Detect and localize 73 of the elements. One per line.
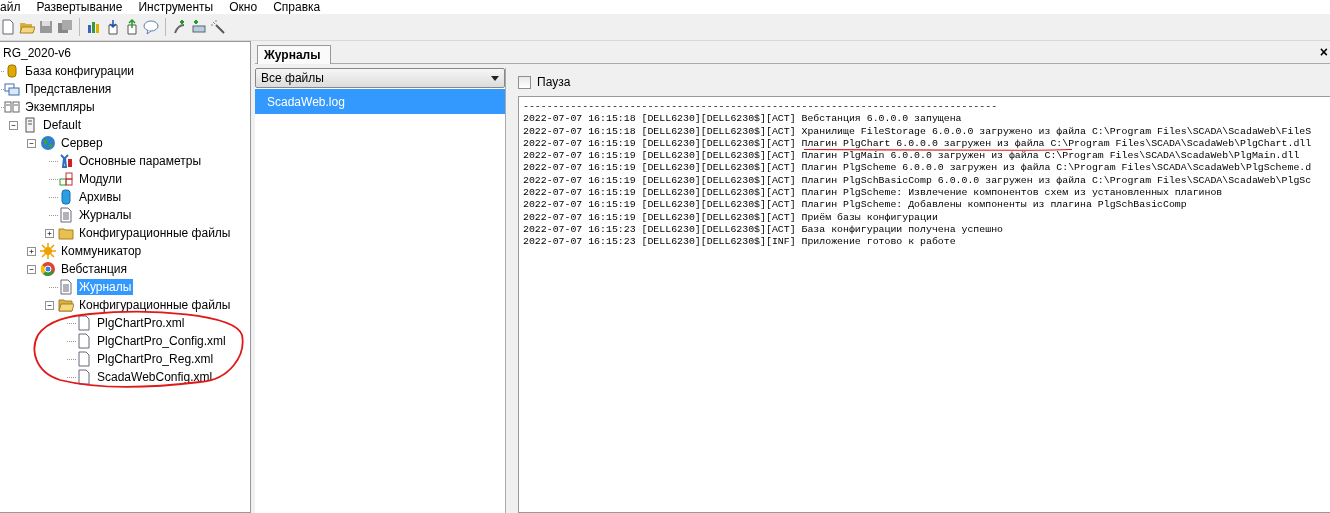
collapse-toggle-icon[interactable] — [44, 300, 54, 310]
log-line: 2022-07-07 16:15:23 [DELL6230][DELL6230$][INF] Приложение готово к работе — [523, 237, 956, 248]
tree-item[interactable]: PlgChartPro_Config.xml — [95, 333, 228, 349]
log-line: 2022-07-07 16:15:19 [DELL6230][DELL6230$][ACT] Плагин PlgChart 6.0.0.0 загружен из файла C:\Program Files\SCADA\ScadaWeb\PlgChart.dll — [523, 138, 1312, 150]
menu-item[interactable]: Справка — [265, 0, 329, 14]
expand-toggle-icon[interactable] — [44, 228, 54, 238]
caret-icon — [491, 75, 499, 81]
expand-toggle-icon[interactable] — [26, 246, 36, 256]
modules-icon — [58, 171, 74, 187]
views-icon — [4, 81, 20, 97]
log-line: 2022-07-07 16:15:19 [DELL6230][DELL6230$][ACT] Плагин PlgScheme: Извлечение компонентов схем из установленных плагинов — [523, 188, 1223, 199]
log-line: 2022-07-07 16:15:23 [DELL6230][DELL6230$][ACT] База конфигурации получена успешно — [523, 224, 1003, 236]
tree-item[interactable]: RG_2020-v6 — [0, 44, 74, 62]
log-line: 2022-07-07 16:15:18 [DELL6230][DELL6230$][ACT] Хранилище FileStorage 6.0.0.0 загружено из файла C:\Program Files\SCADA\ScadaWeb\FileS — [523, 126, 1312, 138]
upload-icon[interactable] — [124, 19, 140, 35]
menu-item[interactable]: Окно — [221, 0, 266, 14]
menu-item[interactable]: Развертывание — [28, 0, 131, 14]
tree-item[interactable]: Конфигурационные файлы — [77, 225, 233, 241]
document-icon — [58, 279, 74, 295]
tab[interactable]: Журналы — [257, 45, 332, 64]
instances-icon — [4, 99, 20, 115]
menu-item[interactable]: айл — [0, 0, 29, 14]
wand-icon[interactable] — [210, 19, 226, 35]
document-icon — [58, 207, 74, 223]
log-line: 2022-07-07 16:15:18 [DELL6230][DELL6230$][ACT] Вебстанция 6.0.0.0 запущена — [523, 114, 962, 125]
log-line: -------------------------------------------------------------------------------- — [523, 102, 998, 113]
tree-item[interactable]: Конфигурационные файлы — [77, 297, 233, 313]
sun-icon — [40, 243, 56, 259]
tree-item[interactable]: Основные параметры — [77, 153, 204, 169]
file-icon — [76, 369, 92, 385]
tools-icon — [58, 153, 74, 169]
pause-label: Пауза — [537, 75, 571, 89]
new-file-icon[interactable] — [0, 19, 16, 35]
tree-item[interactable]: Архивы — [77, 189, 124, 205]
tree-item[interactable]: PlgChartPro_Reg.xml — [95, 351, 216, 367]
download-icon[interactable] — [105, 19, 121, 35]
collapse-toggle-icon[interactable] — [8, 120, 18, 130]
tree-item[interactable]: Экземпляры — [23, 99, 97, 115]
tree-item[interactable]: Default — [41, 117, 84, 133]
save-all-icon[interactable] — [57, 19, 73, 35]
archive-icon — [58, 189, 74, 205]
collapse-toggle-icon[interactable] — [26, 138, 36, 148]
collapse-toggle-icon[interactable] — [26, 264, 36, 274]
tree-item[interactable]: Вебстанция — [59, 261, 130, 277]
pause-checkbox[interactable] — [518, 75, 531, 89]
globe-icon — [40, 135, 56, 151]
tree-item[interactable]: Сервер — [59, 135, 105, 151]
log-line: 2022-07-07 16:15:19 [DELL6230][DELL6230$][ACT] Плагин PlgScheme 6.0.0.0 загружен из файла C:\Program Files\SCADA\ScadaWeb\PlgScheme.d — [523, 163, 1312, 174]
tree-item[interactable]: ScadaWebConfig.xml — [95, 369, 215, 385]
file-filter-dropdown[interactable]: Все файлы — [255, 68, 505, 88]
menu-item[interactable]: Инструменты — [130, 0, 222, 14]
speech-bubble-icon[interactable] — [143, 19, 159, 35]
add-item-icon[interactable] — [191, 19, 207, 35]
log-line: 2022-07-07 16:15:19 [DELL6230][DELL6230$][ACT] Плагин PlgMain 6.0.0.0 загружен из файла C:\Program Files\SCADA\ScadaWeb\PlgMain.dll — [523, 151, 1300, 162]
tree-item[interactable]: Журналы — [77, 207, 134, 223]
file-icon — [76, 351, 92, 367]
folder-icon — [58, 225, 74, 241]
close-button[interactable]: × — [1319, 44, 1328, 60]
browser-icon — [40, 261, 56, 277]
server-icon — [22, 117, 38, 133]
tree-item[interactable]: Представления — [23, 81, 114, 97]
file-icon — [76, 315, 92, 331]
file-icon — [76, 333, 92, 349]
bar-chart-icon[interactable] — [86, 19, 102, 35]
folder-open-icon — [58, 297, 74, 313]
tree-item[interactable]: PlgChartPro.xml — [95, 315, 187, 331]
log-line: 2022-07-07 16:15:19 [DELL6230][DELL6230$][ACT] Плагин PlgSchBasicComp 6.0.0.0 загружен из файла C:\Program Files\SCADA\ScadaWeb\PlgSc — [523, 175, 1312, 187]
tree-item[interactable]: Модули — [77, 171, 124, 187]
tree-item[interactable]: Коммуникатор — [59, 243, 144, 259]
tree-item[interactable]: База конфигурации — [23, 63, 137, 79]
log-line: 2022-07-07 16:15:19 [DELL6230][DELL6230$][ACT] Плагин PlgScheme: Добавлены компоненты из плагина PlgSchBasicComp — [523, 200, 1187, 211]
database-icon — [4, 63, 20, 79]
log-line: 2022-07-07 16:15:19 [DELL6230][DELL6230$][ACT] Приём базы конфигурации — [523, 212, 938, 224]
